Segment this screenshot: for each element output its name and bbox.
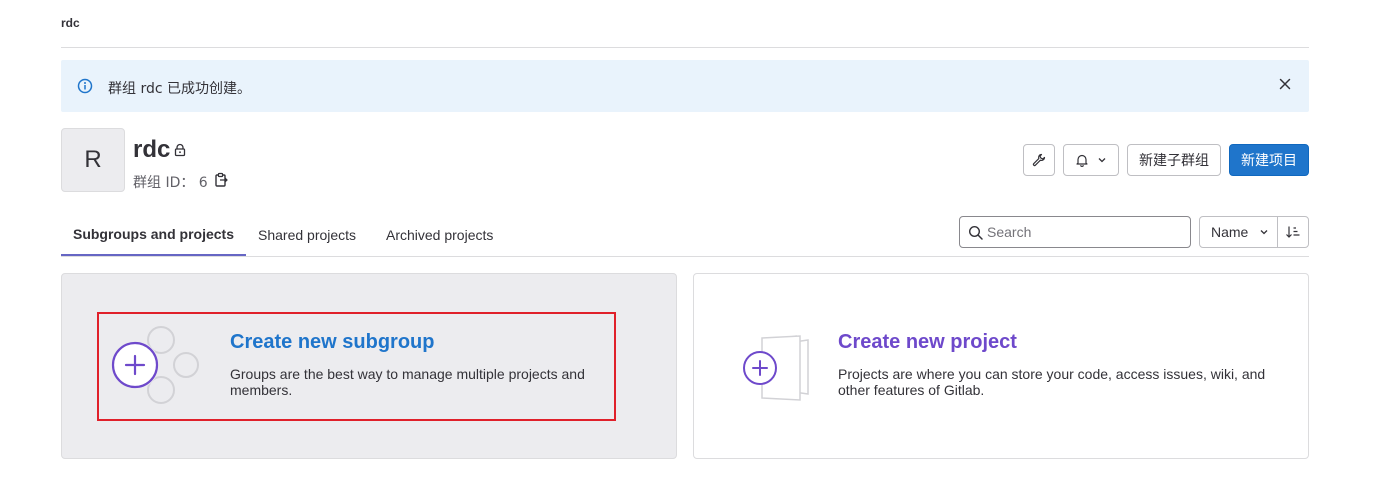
create-project-title: Create new project [838,331,1017,353]
create-subgroup-card[interactable]: Create new subgroup Groups are the best … [61,273,677,459]
breadcrumb[interactable]: rdc [61,16,80,30]
success-alert: 群组 rdc 已成功创建。 [61,60,1309,112]
search-input[interactable] [987,218,1185,246]
search-icon [968,225,983,240]
sort-controls: Name [1199,216,1309,248]
copy-icon[interactable] [214,172,229,188]
chevron-down-icon [1098,158,1105,163]
lock-icon [174,143,186,157]
tabs-divider [61,256,1309,257]
search-box [959,216,1191,248]
new-subgroup-button[interactable]: 新建子群组 [1127,144,1221,176]
info-icon [77,78,93,94]
tab-shared-projects[interactable]: Shared projects [258,214,356,256]
notification-dropdown[interactable] [1063,144,1119,176]
close-icon[interactable] [1277,76,1293,92]
sort-direction-icon [1286,226,1300,238]
sort-direction-button[interactable] [1278,217,1308,247]
project-illustration [743,335,809,401]
sort-selected-label: Name [1211,224,1249,240]
group-name: rdc [133,136,171,163]
create-project-card[interactable]: Create new project Projects are where yo… [693,273,1309,459]
chevron-down-icon [1260,230,1268,235]
tab-archived-projects[interactable]: Archived projects [386,214,493,256]
top-divider [61,47,1309,48]
alert-message: 群组 rdc 已成功创建。 [108,81,251,97]
new-project-button[interactable]: 新建项目 [1229,144,1309,176]
create-subgroup-title: Create new subgroup [230,331,435,353]
create-subgroup-description: Groups are the best way to manage multip… [230,366,585,398]
bell-icon [1075,154,1088,167]
subgroup-illustration [111,326,199,404]
wrench-icon [1032,153,1046,167]
group-id: 群组 ID： 6 [133,175,208,191]
group-avatar: R [61,128,125,192]
tab-subgroups-and-projects[interactable]: Subgroups and projects [61,214,246,256]
create-project-description: Projects are where you can store your co… [838,366,1266,398]
group-settings-button[interactable] [1023,144,1055,176]
